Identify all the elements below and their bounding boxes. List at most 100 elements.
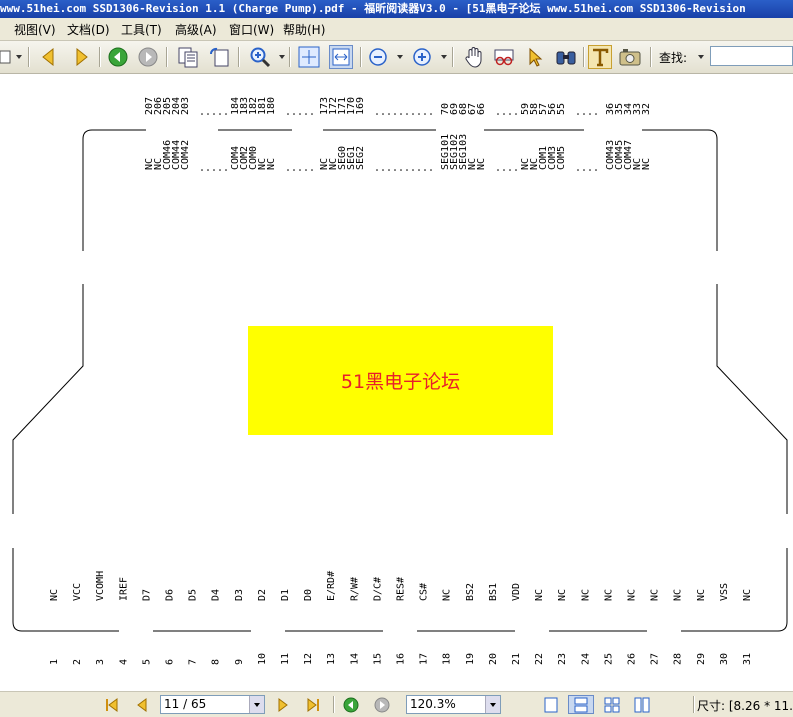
back-arrow-icon[interactable] xyxy=(36,45,60,69)
top-pin-number: 55 xyxy=(556,103,567,115)
outline-right-side xyxy=(716,284,788,514)
next-page-icon[interactable] xyxy=(274,695,292,714)
bottom-pin-label: NC xyxy=(442,589,453,601)
dropdown-arrow-icon[interactable] xyxy=(441,55,447,59)
zoom-in-magnifier-icon[interactable] xyxy=(248,45,272,69)
outline-top-right xyxy=(642,129,718,251)
fit-width-icon[interactable] xyxy=(329,45,353,69)
bottom-pin-label: VCOMH xyxy=(95,571,106,601)
top-number-ellipsis-dot xyxy=(293,113,295,115)
bottom-pin-number: 5 xyxy=(141,659,152,665)
facing-icon[interactable] xyxy=(601,695,623,714)
bottom-pin-label: R/W# xyxy=(349,577,360,601)
bottom-pin-number: 16 xyxy=(396,653,407,665)
bottom-pin-number: 22 xyxy=(534,653,545,665)
top-label-ellipsis-dot xyxy=(497,169,499,171)
top-number-ellipsis-dot xyxy=(583,113,585,115)
find-dropdown-icon[interactable] xyxy=(698,55,704,59)
bottom-pin-label: D3 xyxy=(234,589,245,601)
bottom-pin-number: 15 xyxy=(372,653,383,665)
bottom-pin-label: NC xyxy=(49,589,60,601)
continuous-facing-icon[interactable] xyxy=(631,695,653,714)
page-dropdown-icon[interactable] xyxy=(249,696,264,713)
top-number-ellipsis-dot xyxy=(207,113,209,115)
menu-view[interactable]: 视图(V) xyxy=(14,21,56,38)
top-number-ellipsis-dot xyxy=(219,113,221,115)
fit-page-icon[interactable] xyxy=(297,45,321,69)
toolbar-separator xyxy=(452,47,454,67)
first-page-icon[interactable] xyxy=(103,695,121,714)
outline-top-left xyxy=(82,129,146,251)
dropdown-arrow-icon[interactable] xyxy=(16,55,22,59)
glasses-icon[interactable] xyxy=(492,45,516,69)
bottom-pin-number: 14 xyxy=(349,653,360,665)
history-forward-icon[interactable] xyxy=(373,695,391,714)
snapshot-icon[interactable] xyxy=(618,45,642,69)
top-label-ellipsis-dot xyxy=(376,169,378,171)
document-view[interactable]: 207 206 205 204 203 NC NC COM46 COM44 COM42 184 183… xyxy=(0,74,793,691)
menu-window[interactable]: 窗口(W) xyxy=(229,21,274,38)
bottom-pin-label: D/C# xyxy=(372,577,383,601)
menu-advanced[interactable]: 高级(A) xyxy=(175,21,217,38)
top-number-ellipsis-dot xyxy=(424,113,426,115)
bottom-pin-label: D2 xyxy=(257,589,268,601)
bottom-pin-number: 9 xyxy=(234,659,245,665)
bottom-pin-label: D5 xyxy=(188,589,199,601)
top-number-ellipsis-dot xyxy=(412,113,414,115)
zoom-dropdown-icon[interactable] xyxy=(485,696,500,713)
partial-tool-icon[interactable] xyxy=(0,45,14,69)
dropdown-arrow-icon[interactable] xyxy=(279,55,285,59)
top-pin-label: NC xyxy=(476,158,487,170)
toolbar-separator xyxy=(650,47,652,67)
continuous-icon[interactable] xyxy=(568,695,594,714)
top-number-ellipsis-dot xyxy=(311,113,313,115)
bottom-pin-label: BS1 xyxy=(488,583,499,601)
copy-page-icon[interactable] xyxy=(176,45,200,69)
toolbar-separator xyxy=(360,47,362,67)
window-title: www.51hei.com SSD1306-Revision 1.1 (Char… xyxy=(0,2,746,15)
dropdown-arrow-icon[interactable] xyxy=(397,55,403,59)
bottom-pin-label: NC xyxy=(673,589,684,601)
forward-arrow-icon[interactable] xyxy=(70,45,94,69)
top-number-ellipsis-dot xyxy=(430,113,432,115)
zoom-out-icon[interactable] xyxy=(366,45,390,69)
single-page-icon[interactable] xyxy=(540,695,562,714)
last-page-icon[interactable] xyxy=(304,695,322,714)
next-gray-icon[interactable] xyxy=(136,45,160,69)
bottom-pin-number: 18 xyxy=(442,653,453,665)
top-number-ellipsis-dot xyxy=(509,113,511,115)
page-number-field[interactable]: 11 / 65 xyxy=(160,695,265,714)
bottom-pin-number: 25 xyxy=(603,653,614,665)
menu-tools[interactable]: 工具(T) xyxy=(121,21,162,38)
bottom-pin-number: 8 xyxy=(211,659,222,665)
menu-help[interactable]: 帮助(H) xyxy=(283,21,325,38)
top-pin-number: 66 xyxy=(476,103,487,115)
binoculars-icon[interactable] xyxy=(554,45,578,69)
top-label-ellipsis-dot xyxy=(388,169,390,171)
bottom-pin-label: BS2 xyxy=(465,583,476,601)
history-back-icon[interactable] xyxy=(342,695,360,714)
zoom-in-icon[interactable] xyxy=(410,45,434,69)
text-select-icon[interactable] xyxy=(588,45,612,69)
prev-green-icon[interactable] xyxy=(106,45,130,69)
prev-page-icon[interactable] xyxy=(133,695,151,714)
menu-document[interactable]: 文档(D) xyxy=(67,21,110,38)
bottom-pin-label: NC xyxy=(627,589,638,601)
find-input[interactable] xyxy=(710,46,793,66)
top-label-ellipsis-dot xyxy=(299,169,301,171)
top-label-ellipsis-dot xyxy=(589,169,591,171)
rotate-page-icon[interactable] xyxy=(207,45,231,69)
top-number-ellipsis-dot xyxy=(213,113,215,115)
zoom-level-field[interactable]: 120.3% xyxy=(406,695,501,714)
bottom-pin-number: 27 xyxy=(650,653,661,665)
bottom-pin-number: 19 xyxy=(465,653,476,665)
bottom-pin-number: 26 xyxy=(627,653,638,665)
hand-tool-icon[interactable] xyxy=(462,45,486,69)
select-arrow-icon[interactable] xyxy=(523,45,547,69)
top-number-ellipsis-dot xyxy=(388,113,390,115)
title-bar: www.51hei.com SSD1306-Revision 1.1 (Char… xyxy=(0,0,793,18)
top-pin-number: 203 xyxy=(180,97,191,115)
top-label-ellipsis-dot xyxy=(201,169,203,171)
bottom-pin-number: 11 xyxy=(280,653,291,665)
top-label-ellipsis-dot xyxy=(583,169,585,171)
